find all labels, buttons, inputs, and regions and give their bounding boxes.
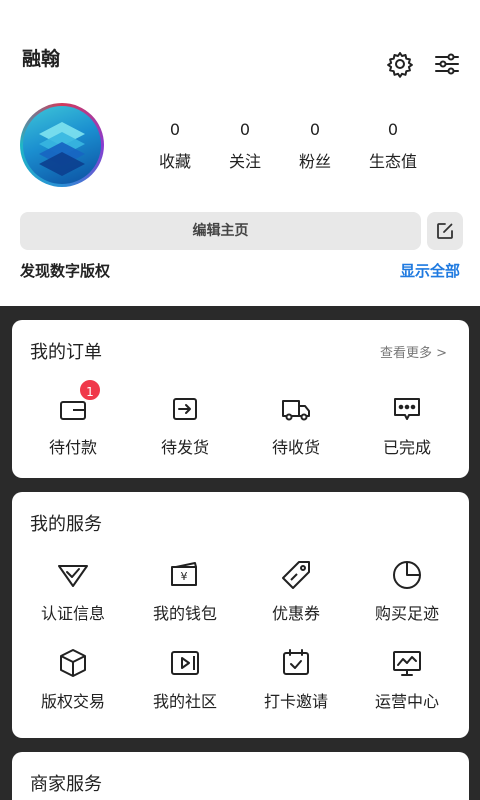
order-pending-receipt[interactable]: 待收货 [241,392,351,458]
order-label: 待付款 [48,438,97,457]
order-pending-shipment[interactable]: 待发货 [130,392,240,458]
discover-copyright-label: 发现数字版权 [20,262,111,280]
video-play-icon [171,651,199,675]
service-community[interactable]: 我的社区 [130,646,240,712]
edit-icon-button[interactable] [427,212,463,250]
cube-icon [60,649,86,677]
services-card: 我的服务 认证信息 ¥ 我的钱包 优惠券 购买足迹 版权交易 我的社区 打卡邀请… [12,492,469,738]
service-label: 购买足迹 [374,604,439,623]
wallet-yen-icon: ¥ [171,562,197,586]
show-all-link[interactable]: 显示全部 [400,260,460,281]
service-label: 我的社区 [152,692,217,711]
order-completed[interactable]: 已完成 [352,392,462,458]
monitor-chart-icon [393,651,421,676]
service-purchase-history[interactable]: 购买足迹 [352,558,462,624]
service-label: 认证信息 [40,604,105,623]
service-operations-center[interactable]: 运营中心 [352,646,462,712]
edit-profile-button[interactable]: 编辑主页 [20,212,421,250]
avatar[interactable] [20,103,104,187]
service-checkin-invite[interactable]: 打卡邀请 [241,646,351,712]
unread-badge: 1 [78,378,102,402]
service-coupons[interactable]: 优惠券 [241,558,351,624]
stat-label: 收藏 [158,152,191,171]
coupon-tag-icon [282,561,310,589]
message-dots-icon [394,398,420,420]
service-label: 打卡邀请 [263,692,328,711]
stat-label: 粉丝 [298,152,331,171]
stat-eco-value[interactable]: 0 生态值 [353,118,433,172]
settings-icon[interactable] [386,50,414,78]
service-label: 优惠券 [271,604,320,623]
orders-title: 我的订单 [30,342,102,363]
order-pending-payment[interactable]: 1 待付款 [18,378,128,458]
stat-value: 0 [309,120,321,139]
stat-value: 0 [239,120,251,139]
stat-followers[interactable]: 0 粉丝 [275,118,355,172]
content-area: 我的订单 查看更多 > 1 待付款 待发货 待收货 已完成 我的服务 认证信息 … [0,306,480,800]
calendar-check-icon [283,649,309,675]
filter-sliders-icon[interactable] [433,50,461,78]
service-label: 我的钱包 [152,604,217,623]
service-verification[interactable]: 认证信息 [18,558,128,624]
stat-favorites[interactable]: 0 收藏 [135,118,215,172]
merchant-card: 商家服务 [12,752,469,800]
svg-text:¥: ¥ [181,570,188,583]
orders-card: 我的订单 查看更多 > 1 待付款 待发货 待收货 已完成 [12,320,469,478]
profile-header: 融翰 0 收藏 0 关注 0 粉丝 0 生态值 编辑主页 发现数字版权 显示全部 [0,0,480,306]
services-title: 我的服务 [30,514,102,535]
edit-icon [437,223,453,239]
stat-label: 生态值 [368,152,417,171]
service-copyright-trade[interactable]: 版权交易 [18,646,128,712]
service-label: 运营中心 [374,692,439,711]
check-shield-icon [58,565,88,587]
view-more-link[interactable]: 查看更多 > [380,342,447,361]
username: 融翰 [22,48,61,70]
order-label: 待发货 [160,438,209,457]
stat-following[interactable]: 0 关注 [205,118,285,172]
order-label: 已完成 [382,438,431,457]
stat-value: 0 [387,120,399,139]
box-out-icon [173,398,197,420]
order-label: 待收货 [271,438,320,457]
service-label: 版权交易 [40,692,105,711]
stat-label: 关注 [228,152,261,171]
pie-chart-icon [393,561,421,589]
merchant-title: 商家服务 [30,774,102,795]
service-wallet[interactable]: ¥ 我的钱包 [130,558,240,624]
stat-value: 0 [169,120,181,139]
truck-icon [282,400,310,421]
